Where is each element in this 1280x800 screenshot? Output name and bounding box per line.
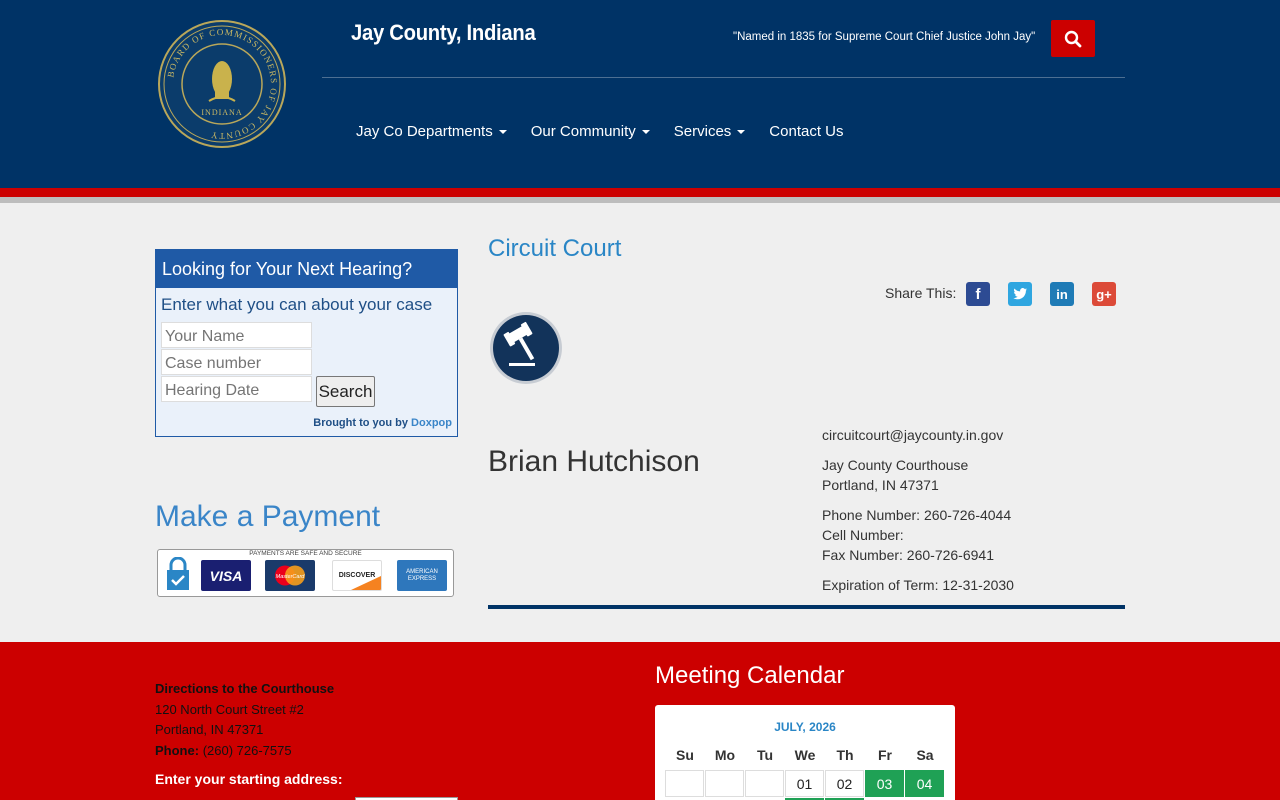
courthouse-city: Portland, IN 47371 [155, 722, 264, 737]
hearing-lookup-widget: Looking for Your Next Hearing? Enter wha… [155, 249, 458, 437]
nav-community-label: Our Community [530, 123, 636, 140]
meeting-calendar-title: Meeting Calendar [655, 662, 845, 689]
gavel-icon [490, 312, 562, 384]
address-line-2: Portland, IN 47371 [822, 477, 939, 493]
twitter-bird-icon [1013, 288, 1027, 300]
calendar-day [705, 770, 744, 797]
share-label: Share This: [885, 285, 957, 301]
hearing-widget-title: Looking for Your Next Hearing? [156, 250, 457, 288]
site-title[interactable]: Jay County, Indiana [351, 20, 536, 46]
weekday-sa: Sa [916, 747, 934, 763]
svg-text:INDIANA: INDIANA [201, 108, 242, 117]
nav-contact-label: Contact Us [769, 123, 844, 140]
calendar-day[interactable]: 02 [825, 770, 864, 797]
cell-number: Cell Number: [822, 527, 904, 543]
calendar-day[interactable]: 01 [785, 770, 824, 797]
payment-cards-banner[interactable]: PAYMENTS ARE SAFE AND SECURE VISA Master… [157, 549, 454, 597]
meeting-calendar: JULY, 2026 Su Mo Tu We Th Fr Sa 01 02 03… [655, 705, 955, 800]
county-seal-logo[interactable]: BOARD OF COMMISSIONERS OF JAY COUNTY IND… [157, 19, 287, 149]
courthouse-directions: Directions to the Courthouse 120 North C… [155, 679, 334, 761]
weekday-we: We [794, 747, 816, 763]
page-title: Circuit Court [488, 235, 622, 262]
payments-safe-text: PAYMENTS ARE SAFE AND SECURE [249, 550, 362, 557]
case-number-input[interactable] [161, 349, 312, 375]
amex-card-icon: AMERICAN EXPRESS [397, 560, 447, 591]
header-divider [322, 77, 1125, 78]
caret-down-icon [737, 129, 746, 134]
hearing-date-input[interactable] [161, 376, 312, 402]
discover-swoosh-icon [351, 576, 381, 590]
lock-icon [167, 557, 189, 590]
nav-contact[interactable]: Contact Us [769, 123, 843, 140]
calendar-day [745, 770, 784, 797]
contact-email[interactable]: circuitcourt@jaycounty.in.gov [822, 425, 1003, 445]
calendar-month[interactable]: JULY, 2026 [655, 720, 955, 734]
calendar-day [665, 770, 704, 797]
mastercard-icon: MasterCard [265, 560, 315, 591]
weekday-su: Su [676, 747, 694, 763]
make-payment-heading[interactable]: Make a Payment [155, 500, 380, 534]
weekday-fr: Fr [878, 747, 892, 763]
brought-by-label: Brought to you by [313, 417, 408, 429]
judge-name: Brian Hutchison [488, 445, 700, 478]
header-gray-band [0, 197, 1280, 203]
nav-departments-label: Jay Co Departments [356, 123, 493, 140]
starting-address-label: Enter your starting address: [155, 771, 343, 787]
mastercard-label: MasterCard [276, 574, 306, 580]
fax-number: Fax Number: 260-726-6941 [822, 547, 994, 563]
hearing-widget-subtitle: Enter what you can about your case [161, 295, 433, 314]
weekday-mo: Mo [714, 747, 736, 763]
directions-title: Directions to the Courthouse [155, 681, 335, 696]
weekday-th: Th [836, 747, 854, 763]
address-line-1: Jay County Courthouse [822, 457, 969, 473]
footer-phone-value: (260) 726-7575 [202, 742, 292, 758]
doxpop-link[interactable]: Doxpop [411, 417, 452, 429]
term-expiration: Expiration of Term: 12-31-2030 [822, 577, 1014, 593]
header-red-band [0, 188, 1280, 197]
site-header: BOARD OF COMMISSIONERS OF JAY COUNTY IND… [0, 0, 1280, 188]
site-tagline: "Named in 1835 for Supreme Court Chief J… [733, 31, 1036, 43]
linkedin-icon[interactable]: in [1050, 282, 1074, 306]
facebook-icon[interactable]: f [966, 282, 990, 306]
weekday-tu: Tu [756, 747, 774, 763]
main-nav: Jay Co Departments Our Community Service… [356, 123, 868, 140]
calendar-day-event[interactable]: 04 [905, 770, 944, 797]
visa-card-icon: VISA [201, 560, 251, 591]
caret-down-icon [498, 129, 507, 134]
search-icon [1064, 30, 1082, 47]
nav-services[interactable]: Services [674, 123, 746, 140]
footer-phone-label: Phone: [155, 742, 200, 758]
nav-departments[interactable]: Jay Co Departments [356, 123, 507, 140]
hearing-search-button[interactable]: Search [316, 376, 375, 407]
calendar-day-event[interactable]: 03 [865, 770, 904, 797]
nav-services-label: Services [673, 123, 732, 140]
discover-card-icon: DISCOVER [332, 560, 382, 591]
twitter-icon[interactable] [1008, 282, 1032, 306]
content-divider [488, 605, 1125, 609]
search-button[interactable] [1051, 20, 1095, 57]
brought-by-text: Brought to you by Doxpop [313, 417, 452, 429]
courthouse-street: 120 North Court Street #2 [155, 701, 304, 717]
your-name-input[interactable] [161, 322, 312, 348]
mastercard-circles-icon: MasterCard [275, 565, 306, 586]
google-plus-icon[interactable]: g+ [1092, 282, 1116, 306]
caret-down-icon [641, 129, 650, 134]
nav-community[interactable]: Our Community [531, 123, 650, 140]
phone-number: Phone Number: 260-726-4044 [822, 507, 1012, 523]
